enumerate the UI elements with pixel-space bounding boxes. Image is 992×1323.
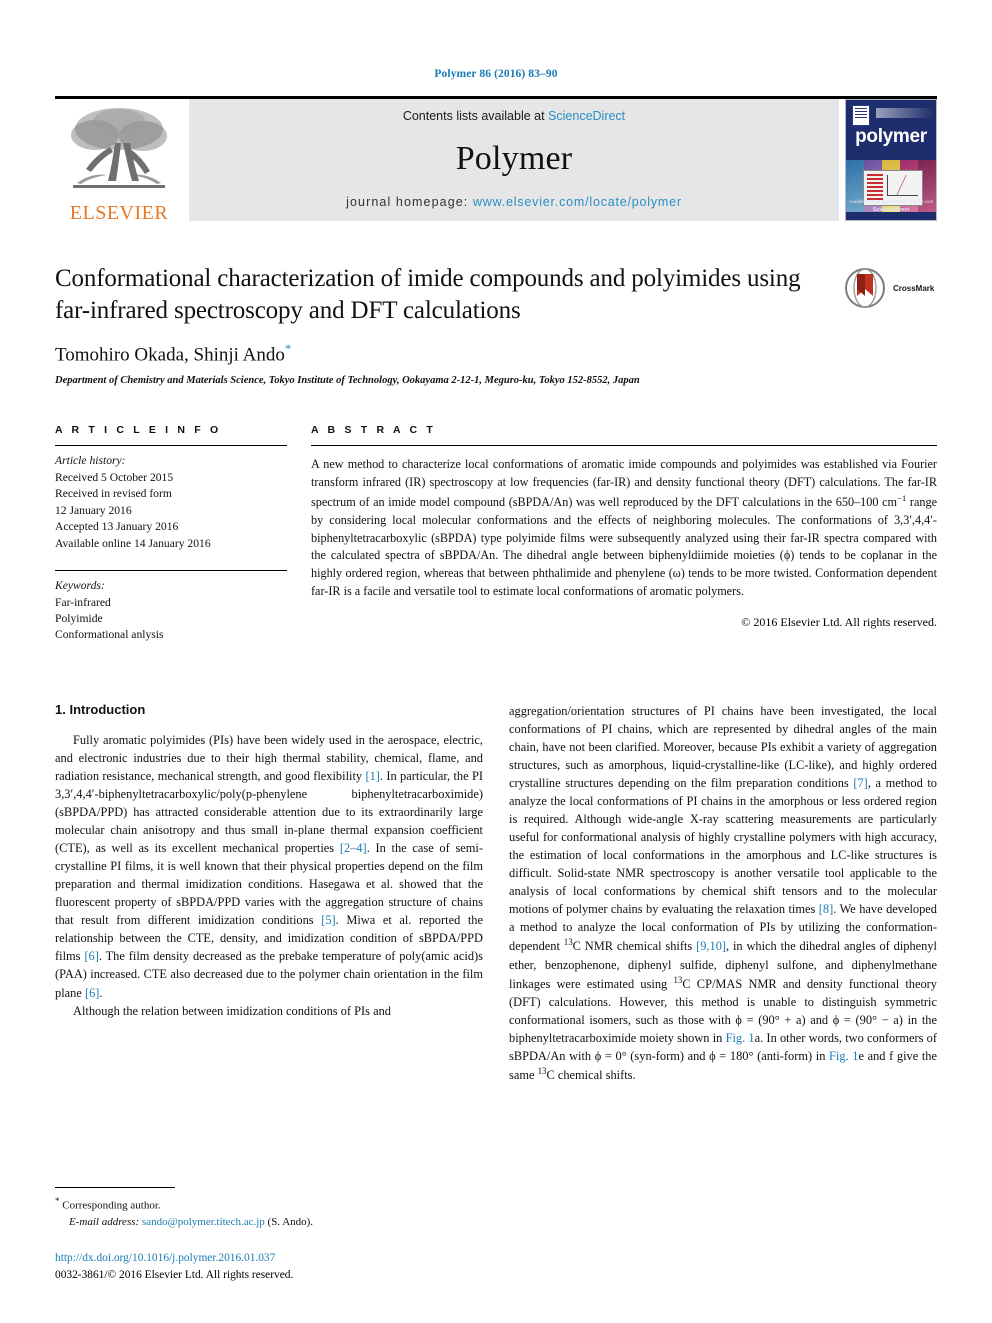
left-column: 1. Introduction Fully aromatic polyimide…: [55, 702, 483, 1084]
homepage-prefix: journal homepage:: [346, 195, 473, 209]
citation-link-6[interactable]: [6]: [84, 949, 98, 963]
intro-text: C NMR chemical shifts: [572, 939, 697, 954]
masthead-center: Contents lists available at ScienceDirec…: [189, 99, 839, 221]
elsevier-logo: ELSEVIER: [55, 99, 183, 221]
keywords-block: Keywords: Far-infrared Polyimide Conform…: [55, 563, 287, 644]
corresponding-author-note: * Corresponding author.: [55, 1195, 492, 1214]
citation-link-2-4[interactable]: [2–4]: [340, 841, 367, 855]
contents-prefix: Contents lists available at: [402, 109, 549, 123]
journal-cover-image: polymer Available online at www.scienced…: [845, 99, 937, 221]
article-history: Article history: Received 5 October 2015…: [55, 446, 287, 552]
authors-names: Tomohiro Okada, Shinji Ando: [55, 344, 285, 366]
cover-footer-line2: ScienceDirect: [872, 206, 910, 213]
cover-title: polymer: [855, 126, 927, 147]
crossmark-label: CrossMark: [893, 283, 935, 293]
issn-copyright-line: 0032-3861/© 2016 Elsevier Ltd. All right…: [55, 1269, 294, 1282]
footnote-star: *: [55, 1196, 60, 1206]
cover-badge-icon: [852, 105, 870, 126]
intro-paragraph-2: Although the relation between imidizatio…: [73, 1003, 391, 1018]
contents-list-line: Contents lists available at ScienceDirec…: [403, 109, 625, 123]
email-note: E-mail address: sando@polymer.titech.ac.…: [55, 1214, 492, 1231]
body-columns: 1. Introduction Fully aromatic polyimide…: [55, 702, 937, 1084]
cover-footer-line1: Available online at www.sciencedirect.co…: [848, 199, 934, 204]
sciencedirect-link[interactable]: ScienceDirect: [548, 109, 625, 123]
abstract-part-1: A new method to characterize local confo…: [311, 457, 937, 510]
intro-paragraph-1: Fully aromatic polyimides (PIs) have bee…: [55, 731, 483, 1002]
author-list: Tomohiro Okada, Shinji Ando*: [55, 341, 841, 366]
citation-link-7[interactable]: [7]: [853, 776, 867, 790]
citation-link-1[interactable]: [1]: [365, 769, 379, 783]
doi-link[interactable]: http://dx.doi.org/10.1016/j.polymer.2016…: [55, 1250, 492, 1268]
abstract-column: A B S T R A C T A new method to characte…: [311, 424, 937, 644]
figure-link-1a[interactable]: Fig. 1: [726, 1031, 755, 1045]
figure-link-1e[interactable]: Fig. 1: [829, 1049, 858, 1063]
info-abstract-row: A R T I C L E I N F O Article history: R…: [55, 424, 937, 644]
history-item: Received in revised form: [55, 487, 172, 501]
abstract-copyright: © 2016 Elsevier Ltd. All rights reserved…: [741, 614, 937, 629]
history-item: Received 5 October 2015: [55, 470, 174, 484]
cover-sheen: [876, 108, 934, 118]
journal-masthead: ELSEVIER Contents lists available at Sci…: [55, 96, 937, 221]
keyword-item: Polyimide: [55, 611, 103, 625]
footnote-rule: [55, 1187, 175, 1188]
homepage-url-link[interactable]: www.elsevier.com/locate/polymer: [473, 195, 682, 209]
keyword-item: Conformational anlysis: [55, 628, 164, 642]
citation-link-5[interactable]: [5]: [321, 913, 335, 927]
article-history-label: Article history:: [55, 454, 126, 468]
crossmark-icon: [845, 268, 885, 308]
cover-footer: Available online at www.sciencedirect.co…: [846, 199, 936, 214]
intro-paragraph-3: aggregation/orientation structures of PI…: [509, 702, 937, 1084]
intro-text: . The film density decreased as the preb…: [55, 949, 484, 1000]
article-info-column: A R T I C L E I N F O Article history: R…: [55, 424, 287, 644]
corresponding-author-text: Corresponding author.: [62, 1199, 161, 1212]
page-title: Conformational characterization of imide…: [55, 265, 801, 324]
superscript-13c: 13: [563, 937, 573, 948]
history-item: 12 January 2016: [55, 503, 132, 517]
footnote-block: * Corresponding author. E-mail address: …: [55, 1187, 492, 1285]
doi-block: http://dx.doi.org/10.1016/j.polymer.2016…: [55, 1250, 492, 1285]
elsevier-tree-icon: [71, 108, 167, 188]
history-item: Accepted 13 January 2016: [55, 520, 179, 534]
email-suffix: (S. Ando).: [267, 1216, 314, 1229]
citation-link-8[interactable]: [8]: [819, 902, 833, 916]
elsevier-wordmark: ELSEVIER: [69, 202, 169, 221]
history-item: Available online 14 January 2016: [55, 536, 211, 550]
citation-link-9-10[interactable]: [9,10]: [696, 940, 726, 954]
keywords-label: Keywords:: [55, 579, 105, 593]
abstract-text: A new method to characterize local confo…: [311, 446, 937, 601]
email-link[interactable]: sando@polymer.titech.ac.jp: [142, 1216, 265, 1228]
document-page: Polymer 86 (2016) 83–90 ELSEVIER Content…: [0, 0, 992, 1323]
section-heading-introduction: 1. Introduction: [55, 701, 146, 717]
citation-link-6b[interactable]: [6]: [85, 986, 99, 1000]
right-column: aggregation/orientation structures of PI…: [509, 702, 937, 1084]
journal-title: Polymer: [455, 140, 573, 177]
email-label: E-mail address:: [69, 1216, 140, 1229]
title-block: Conformational characterization of imide…: [55, 263, 937, 386]
corresponding-author-marker: *: [284, 341, 292, 356]
journal-homepage-line: journal homepage: www.elsevier.com/locat…: [346, 195, 682, 209]
intro-text: , a method to analyze the local conforma…: [509, 776, 937, 917]
intro-text: C chemical shifts.: [546, 1068, 636, 1083]
abstract-heading: A B S T R A C T: [311, 424, 436, 437]
keyword-item: Far-infrared: [55, 595, 111, 609]
affiliation: Department of Chemistry and Materials Sc…: [55, 375, 640, 387]
abstract-superscript: −1: [896, 492, 907, 503]
intro-text: .: [99, 985, 103, 1000]
article-info-heading: A R T I C L E I N F O: [55, 424, 222, 437]
abstract-part-2: range by considering local molecular con…: [311, 495, 937, 599]
crossmark-badge[interactable]: CrossMark: [845, 265, 937, 311]
running-head: Polymer 86 (2016) 83–90: [434, 68, 558, 80]
